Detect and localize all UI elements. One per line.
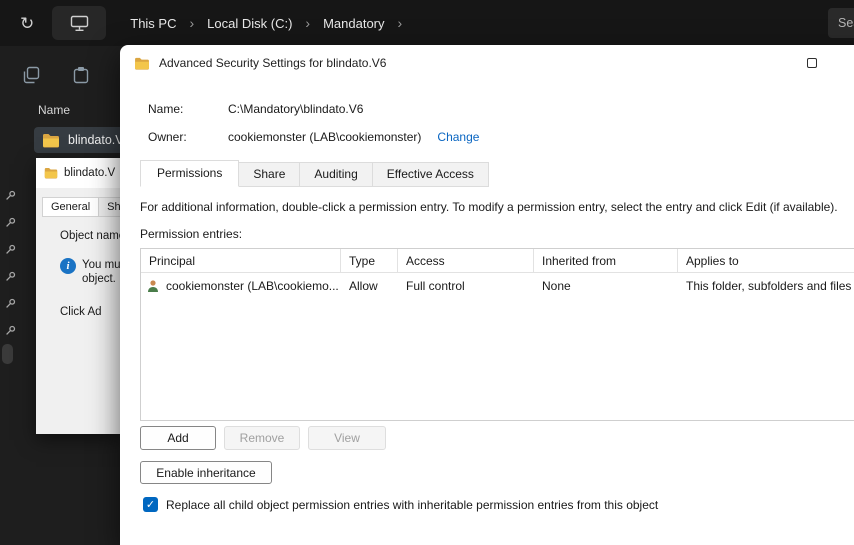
owner-value: cookiemonster (LAB\cookiemonster) — [228, 130, 422, 144]
enable-inheritance-button[interactable]: Enable inheritance — [140, 461, 272, 484]
permission-entry-row[interactable]: cookiemonster (LAB\cookiemo... Allow Ful… — [141, 273, 854, 299]
file-item-blindato[interactable]: blindato.V6 — [34, 127, 131, 153]
properties-dialog-title: blindato.V — [64, 167, 116, 179]
view-button[interactable]: View — [308, 426, 386, 450]
tab-permissions[interactable]: Permissions — [140, 160, 240, 187]
column-header-inherited-from[interactable]: Inherited from — [534, 249, 678, 272]
explorer-topbar: ↻ This PC › Local Disk (C:) › Mandatory … — [0, 0, 854, 46]
dialog-title: Advanced Security Settings for blindato.… — [159, 56, 387, 70]
breadcrumb-item-this-pc[interactable]: This PC — [130, 16, 176, 31]
remove-button[interactable]: Remove — [224, 426, 300, 450]
pin-icon[interactable] — [5, 263, 16, 290]
chevron-right-icon: › — [397, 15, 403, 31]
entry-inherited-from: None — [542, 279, 571, 293]
entry-access: Full control — [406, 279, 465, 293]
pin-icon[interactable] — [5, 317, 16, 344]
column-header-principal[interactable]: Principal — [141, 249, 341, 272]
entry-type: Allow — [349, 279, 378, 293]
name-field-row: Name: C:\Mandatory\blindato.V6 — [148, 102, 363, 116]
add-button[interactable]: Add — [140, 426, 216, 450]
tab-share[interactable]: Share — [239, 162, 301, 187]
owner-field-row: Owner: cookiemonster (LAB\cookiemonster)… — [148, 130, 479, 144]
chevron-right-icon: › — [305, 15, 311, 31]
properties-tabs: General Sha — [42, 197, 136, 217]
replace-permissions-checkbox[interactable]: ✓ — [143, 497, 158, 512]
properties-dialog: blindato.V General Sha Object name: i Yo… — [36, 158, 136, 434]
pin-icon[interactable] — [5, 182, 16, 209]
maximize-icon — [807, 58, 817, 68]
advanced-security-dialog: Advanced Security Settings for blindato.… — [120, 45, 854, 545]
table-header-row: Principal Type Access Inherited from App… — [141, 249, 854, 273]
folder-icon — [42, 133, 60, 148]
properties-dialog-titlebar: blindato.V — [36, 158, 122, 188]
search-input[interactable]: Sea — [828, 8, 854, 38]
nav-scrollbar-thumb[interactable] — [2, 344, 13, 364]
permissions-info-text: For additional information, double-click… — [140, 200, 838, 214]
folder-icon — [134, 57, 150, 70]
folder-icon — [44, 167, 58, 179]
explorer-tab[interactable] — [52, 6, 107, 40]
info-icon: i — [60, 258, 76, 274]
breadcrumb: This PC › Local Disk (C:) › Mandatory › — [130, 15, 402, 31]
column-header-name[interactable]: Name — [38, 103, 70, 117]
permission-entries-table: Principal Type Access Inherited from App… — [140, 248, 854, 421]
security-tabs: Permissions Share Auditing Effective Acc… — [140, 160, 489, 187]
breadcrumb-item-local-disk[interactable]: Local Disk (C:) — [207, 16, 292, 31]
pin-icon[interactable] — [5, 290, 16, 317]
name-label: Name: — [148, 102, 184, 116]
entry-principal: cookiemonster (LAB\cookiemo... — [166, 279, 339, 293]
tab-effective-access[interactable]: Effective Access — [372, 162, 489, 187]
pin-icon[interactable] — [5, 209, 16, 236]
column-header-access[interactable]: Access — [398, 249, 534, 272]
object-name-label: Object name: — [60, 230, 129, 242]
paste-icon[interactable] — [72, 66, 90, 84]
maximize-button[interactable] — [789, 45, 835, 81]
pin-icon[interactable] — [5, 236, 16, 263]
copy-icon[interactable] — [22, 66, 40, 84]
breadcrumb-item-mandatory[interactable]: Mandatory — [323, 16, 384, 31]
chevron-right-icon: › — [189, 15, 195, 31]
permission-entries-label: Permission entries: — [140, 227, 243, 241]
replace-permissions-label: Replace all child object permission entr… — [166, 497, 659, 512]
this-pc-icon — [70, 15, 89, 32]
tab-general[interactable]: General — [42, 197, 100, 217]
owner-label: Owner: — [148, 130, 187, 144]
tab-auditing[interactable]: Auditing — [300, 162, 373, 187]
entry-applies-to: This folder, subfolders and files — [686, 279, 852, 293]
column-header-applies-to[interactable]: Applies to — [678, 249, 854, 272]
refresh-icon[interactable]: ↻ — [20, 15, 34, 32]
change-owner-link[interactable]: Change — [437, 130, 479, 144]
column-header-type[interactable]: Type — [341, 249, 398, 272]
warning-text-line2: object. — [82, 273, 116, 285]
user-icon — [146, 279, 160, 293]
navigation-pane — [5, 182, 16, 344]
click-advanced-text: Click Ad — [60, 306, 102, 318]
replace-permissions-row[interactable]: ✓ Replace all child object permission en… — [143, 497, 658, 512]
name-value: C:\Mandatory\blindato.V6 — [228, 102, 364, 116]
dialog-titlebar: Advanced Security Settings for blindato.… — [120, 45, 854, 81]
